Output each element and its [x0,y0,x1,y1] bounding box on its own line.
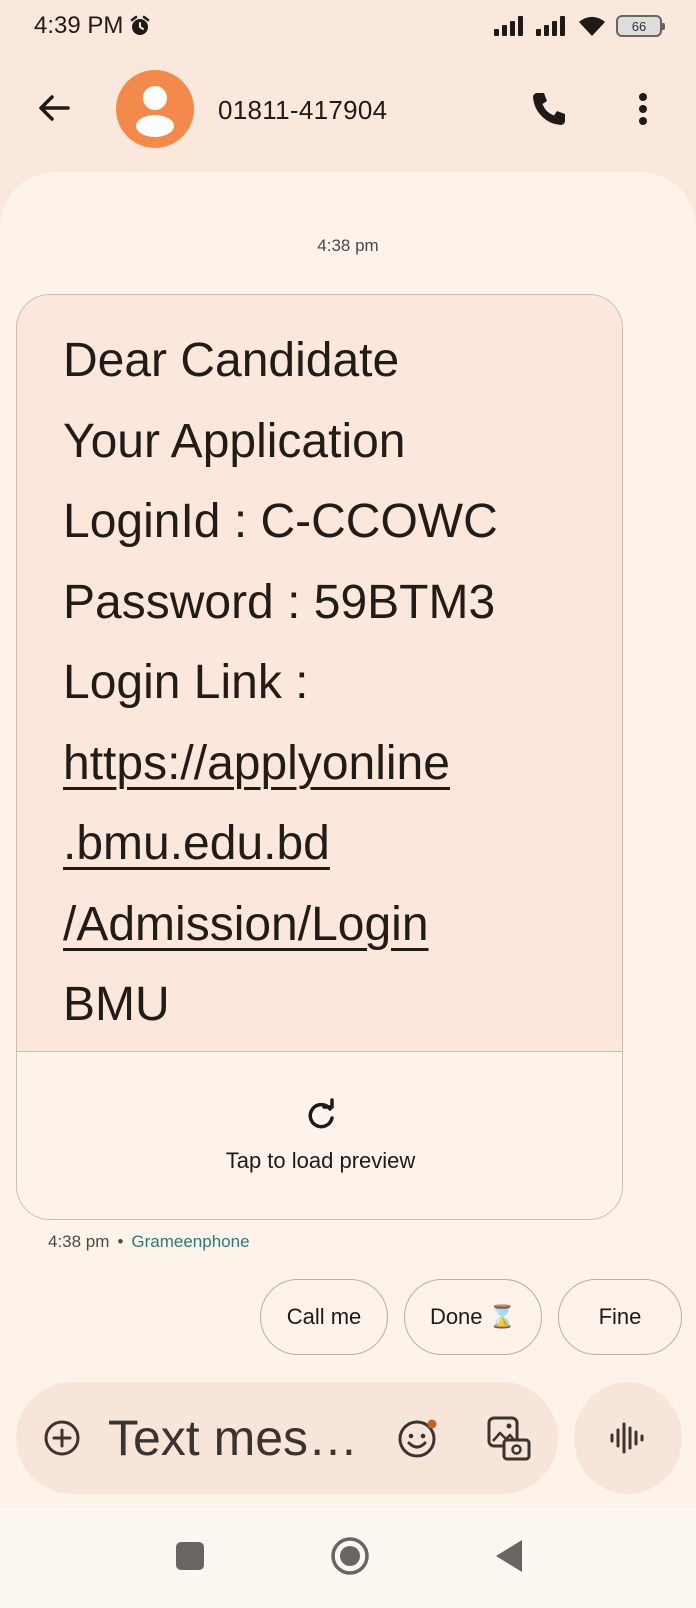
message-meta: 4:38 pm • Grameenphone [48,1232,250,1252]
alarm-icon [131,15,150,35]
status-time: 4:39 PM [34,12,124,39]
refresh-icon [308,1098,334,1129]
message-line: LoginId : C-CCOWC [63,495,498,548]
text-message-input[interactable]: Text mes… [108,1408,368,1468]
recents-square-icon[interactable] [176,1542,204,1570]
avatar[interactable] [116,70,194,148]
person-icon [136,86,174,137]
message-line: Your Application [63,414,406,468]
home-circle-icon[interactable] [330,1536,370,1576]
message-timestamp-header: 4:38 pm [317,236,379,255]
voice-waveform-icon [610,1422,644,1454]
wifi-icon [579,16,605,36]
login-link[interactable]: /Admission/Login [63,885,622,966]
gallery-icon[interactable] [486,1414,532,1462]
back-arrow-icon[interactable] [34,88,74,128]
status-bar: 4:39 PM 66 [0,0,696,52]
more-vert-icon[interactable] [626,88,660,130]
meta-carrier: Grameenphone [131,1232,250,1251]
smart-reply-call-me[interactable]: Call me [260,1279,388,1355]
smart-reply-done[interactable]: Done ⌛ [404,1279,542,1355]
system-nav-bar [0,1508,696,1608]
phone-icon[interactable] [528,88,570,130]
emoji-icon[interactable] [396,1416,440,1460]
status-left: 4:39 PM [34,12,151,40]
voice-message-button[interactable] [574,1382,682,1494]
message-line: Dear Candidate [63,334,400,387]
message-body: Dear Candidate Your Application LoginId … [33,295,622,1051]
conversation-header: 01811-417904 [0,60,696,160]
preview-label: Tap to load preview [225,1148,416,1173]
message-bubble[interactable]: Dear Candidate Your Application LoginId … [16,294,623,1220]
signal-icon [536,16,565,36]
add-circle-icon[interactable] [42,1418,82,1458]
link-preview-card[interactable]: Tap to load preview [17,1051,622,1219]
meta-separator: • [117,1232,124,1251]
smart-reply-fine[interactable]: Fine [558,1279,682,1355]
message-composer[interactable]: Text mes… [16,1382,558,1494]
login-link[interactable]: https://applyonline [63,724,622,805]
status-right: 66 [494,15,665,37]
battery-icon: 66 [616,15,665,37]
message-line: Login Link : [63,656,309,709]
battery-level: 66 [631,18,647,34]
signal-icon [494,16,523,36]
contact-name[interactable]: 01811-417904 [218,95,387,126]
meta-time: 4:38 pm [48,1232,110,1251]
login-link[interactable]: .bmu.edu.bd [63,804,622,885]
message-line: Password : 59BTM3 [63,575,496,629]
message-signature: BMU [63,978,170,1031]
back-triangle-icon[interactable] [494,1538,524,1574]
